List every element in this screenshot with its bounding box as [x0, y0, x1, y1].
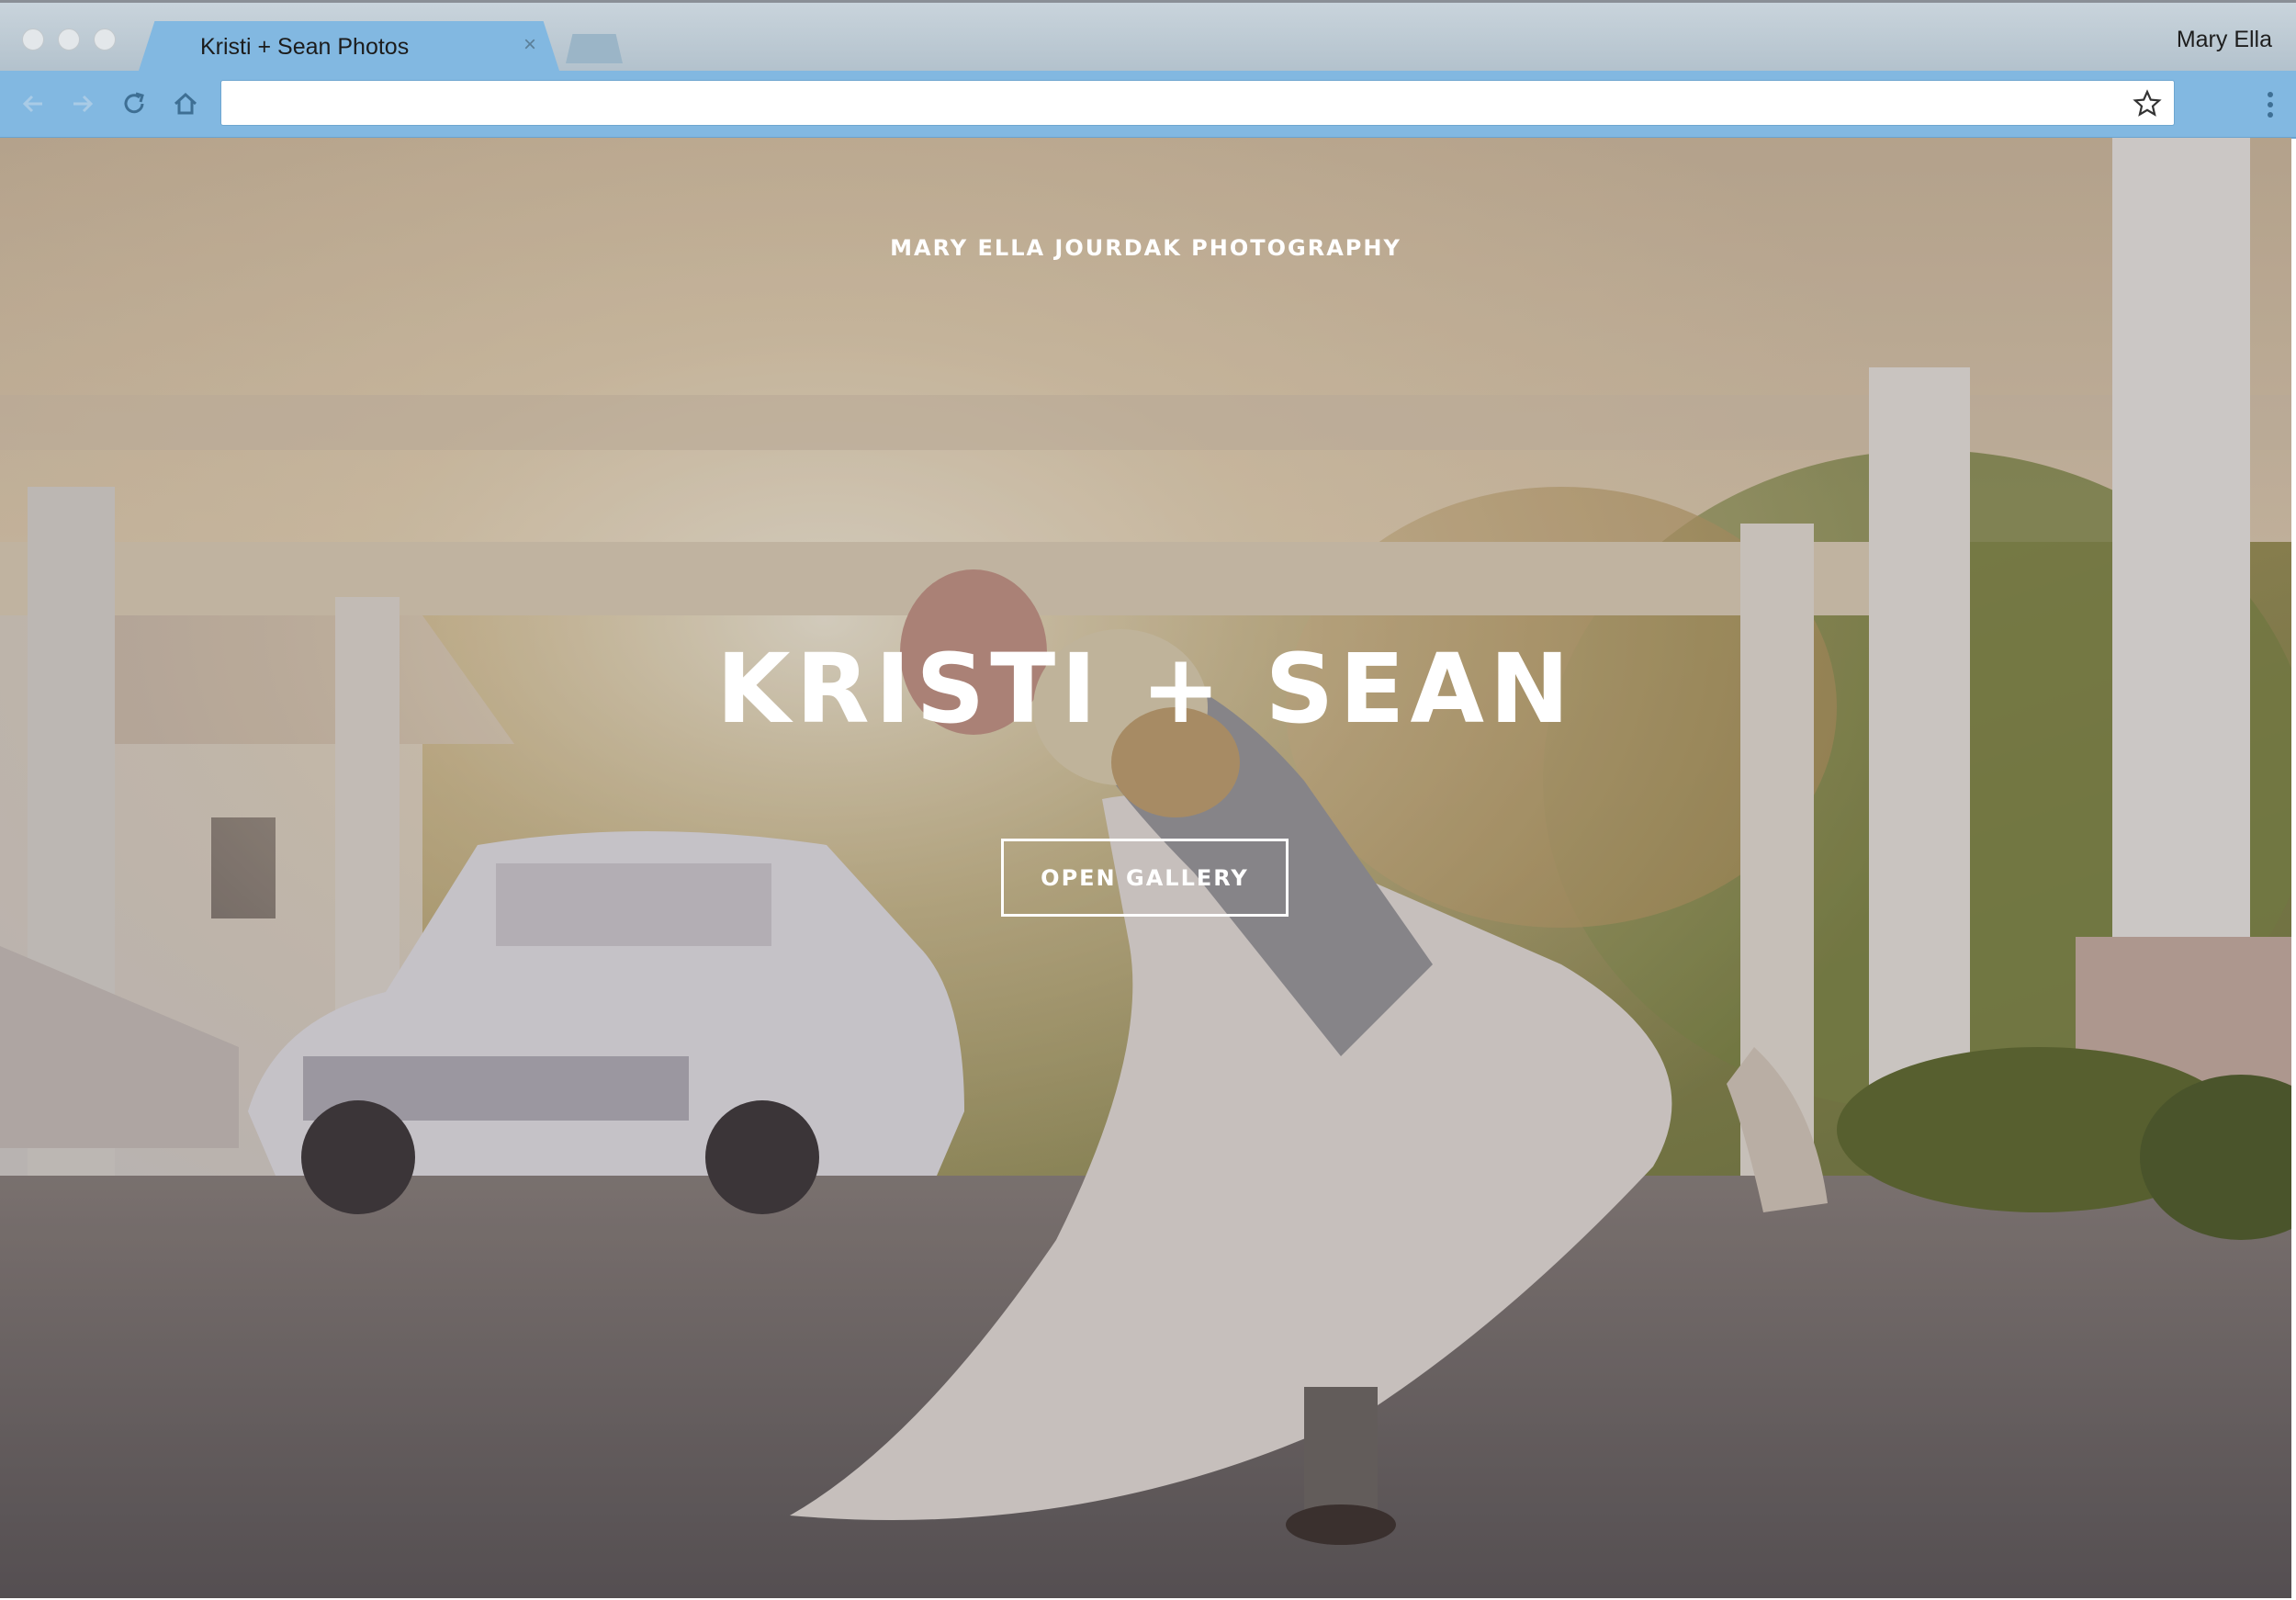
- gallery-title: KRISTI + SEAN: [716, 633, 1575, 745]
- address-input[interactable]: [234, 88, 2111, 119]
- browser-window: Kristi + Sean Photos × Mary Ella MARY EL…: [0, 0, 2296, 1600]
- tab-strip: Kristi + Sean Photos × Mary Ella: [0, 0, 2296, 73]
- home-icon[interactable]: [169, 87, 202, 120]
- close-icon[interactable]: ×: [523, 32, 536, 58]
- tab-active[interactable]: Kristi + Sean Photos ×: [138, 21, 560, 73]
- back-arrow-icon[interactable]: [17, 87, 50, 120]
- maximize-window-button[interactable]: [94, 28, 116, 51]
- minimize-window-button[interactable]: [58, 28, 80, 51]
- profile-button[interactable]: Mary Ella: [2177, 27, 2272, 53]
- kebab-menu-icon[interactable]: [2265, 89, 2276, 120]
- close-window-button[interactable]: [22, 28, 44, 51]
- forward-arrow-icon[interactable]: [66, 87, 99, 120]
- browser-toolbar: [0, 71, 2296, 139]
- address-bar[interactable]: [220, 80, 2175, 126]
- hero-section: MARY ELLA JOURDAK PHOTOGRAPHY KRISTI + S…: [0, 138, 2291, 1598]
- open-gallery-button[interactable]: OPEN GALLERY: [1001, 839, 1289, 917]
- tab-title: Kristi + Sean Photos: [200, 34, 410, 60]
- reload-icon[interactable]: [118, 87, 151, 120]
- brand-name[interactable]: MARY ELLA JOURDAK PHOTOGRAPHY: [0, 235, 2291, 261]
- star-icon[interactable]: [2132, 88, 2163, 119]
- new-tab-button[interactable]: [566, 34, 623, 63]
